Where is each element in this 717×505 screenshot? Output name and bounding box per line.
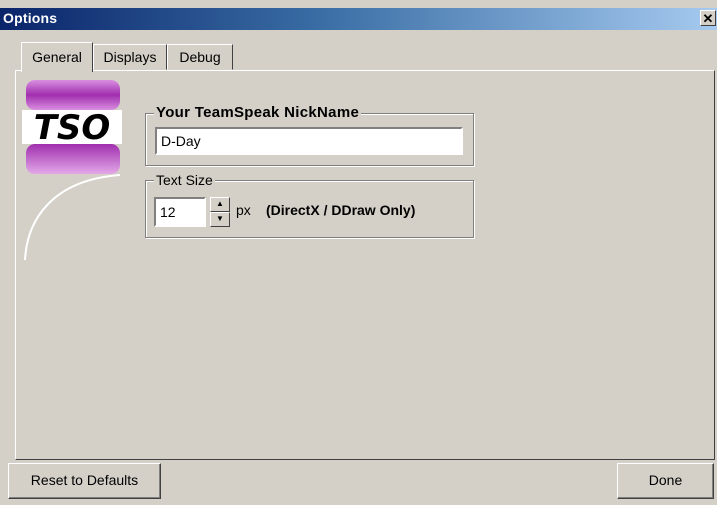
text-size-input[interactable]: 12 — [154, 197, 206, 227]
text-size-legend: Text Size — [154, 171, 215, 189]
text-size-note: (DirectX / DDraw Only) — [266, 202, 416, 218]
tso-logo: TSO — [22, 80, 122, 260]
tab-debug[interactable]: Debug — [167, 44, 233, 70]
nickname-input[interactable]: D-Day — [155, 127, 463, 155]
window-title: Options — [3, 10, 58, 26]
close-icon: ✕ — [702, 11, 714, 26]
done-button[interactable]: Done — [617, 463, 714, 499]
title-bar: Options ✕ — [0, 8, 717, 30]
tab-displays-label: Displays — [103, 49, 157, 65]
logo-text: TSO — [34, 108, 111, 148]
nickname-group: Your TeamSpeak NickName D-Day — [145, 104, 474, 166]
spin-up-icon[interactable]: ▲ — [210, 197, 230, 212]
close-button[interactable]: ✕ — [700, 10, 716, 26]
tab-general[interactable]: General — [21, 42, 93, 72]
nickname-legend: Your TeamSpeak NickName — [154, 104, 362, 122]
reset-defaults-button[interactable]: Reset to Defaults — [8, 463, 161, 499]
text-size-unit: px — [236, 202, 251, 218]
tab-debug-label: Debug — [179, 49, 221, 65]
spin-down-icon[interactable]: ▼ — [210, 212, 230, 227]
tab-displays[interactable]: Displays — [93, 44, 167, 70]
text-size-spinner[interactable]: ▲ ▼ — [210, 197, 230, 227]
text-size-group: Text Size 12 ▲ ▼ px (DirectX / DDraw Onl… — [145, 171, 474, 238]
tab-general-label: General — [32, 49, 82, 65]
